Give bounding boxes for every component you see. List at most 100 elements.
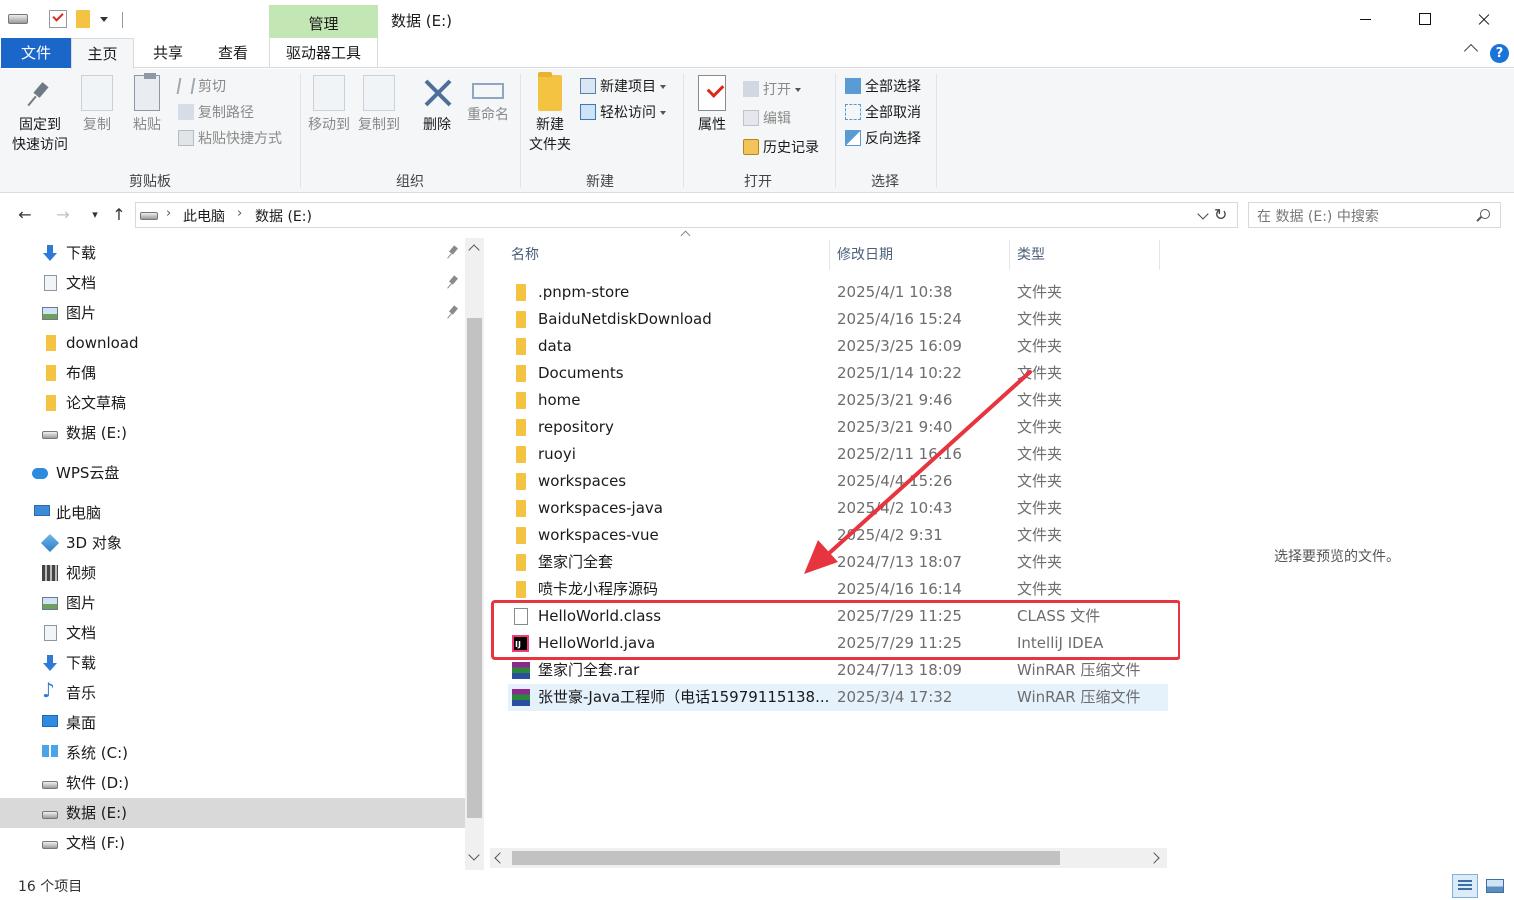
file-row-data[interactable]: data 2025/3/25 16:09 文件夹 (508, 333, 1168, 360)
nav-item-drive-f[interactable]: 文档 (F:) (0, 828, 465, 858)
file-row-baidunetdiskdownload[interactable]: BaiduNetdiskDownload 2025/4/16 15:24 文件夹 (508, 306, 1168, 333)
tab-file[interactable]: 文件 (1, 38, 71, 68)
properties-quick-access-icon[interactable] (49, 10, 67, 28)
rename-button[interactable]: 重命名 (464, 75, 512, 125)
details-view-icon[interactable] (1452, 874, 1478, 898)
file-row-repository[interactable]: repository 2025/3/21 9:40 文件夹 (508, 414, 1168, 441)
refresh-icon[interactable]: ↻ (1214, 205, 1227, 224)
close-button[interactable] (1454, 2, 1514, 36)
file-row-ruoyi[interactable]: ruoyi 2025/2/11 16:16 文件夹 (508, 441, 1168, 468)
file-type: WinRAR 压缩文件 (1017, 688, 1141, 706)
new-folder-button[interactable]: 新建 文件夹 (526, 72, 574, 155)
address-bar[interactable]: › 此电脑 › 数据 (E:) ↻ (135, 202, 1238, 228)
scrollbar-thumb[interactable] (467, 318, 482, 818)
delete-button[interactable]: 删除 (420, 75, 454, 135)
nav-item-buou-folder[interactable]: 布偶 (0, 358, 465, 388)
nav-item-documents-pinned[interactable]: 文档 (0, 268, 465, 298)
history-button[interactable]: 历史记录 (743, 136, 819, 160)
breadcrumb-separator[interactable]: › (166, 206, 171, 221)
column-divider[interactable] (1159, 240, 1160, 270)
column-header-type[interactable]: 类型 (1017, 238, 1157, 272)
nav-item-documents[interactable]: 文档 (0, 618, 465, 648)
nav-item-wps-cloud[interactable]: WPS云盘 (0, 458, 465, 488)
maximize-button[interactable] (1396, 2, 1456, 36)
file-row-workspaces-java[interactable]: workspaces-java 2025/4/2 10:43 文件夹 (508, 495, 1168, 522)
search-icon[interactable] (1480, 209, 1490, 219)
nav-item-drive-c[interactable]: 系统 (C:) (0, 738, 465, 768)
large-icons-view-icon[interactable] (1482, 874, 1508, 898)
forward-arrow-icon[interactable]: → (54, 206, 72, 224)
nav-item-drive-d[interactable]: 软件 (D:) (0, 768, 465, 798)
address-history-chevron-down-icon[interactable] (1197, 208, 1209, 220)
nav-item-3d-objects[interactable]: 3D 对象 (0, 528, 465, 558)
tab-drive-tools[interactable]: 驱动器工具 (269, 38, 378, 68)
new-item-button[interactable]: 新建项目 (580, 75, 666, 99)
up-arrow-icon[interactable]: ↑ (110, 206, 128, 224)
copy-to-button[interactable]: 复制到 (356, 75, 402, 135)
nav-item-this-pc[interactable]: 此电脑 (0, 498, 465, 528)
new-folder-quick-access-icon[interactable] (76, 10, 90, 28)
file-row-pnpm-store[interactable]: .pnpm-store 2025/4/1 10:38 文件夹 (508, 279, 1168, 306)
nav-item-drive-e-quick[interactable]: 数据 (E:) (0, 418, 465, 448)
file-row-home[interactable]: home 2025/3/21 9:46 文件夹 (508, 387, 1168, 414)
select-all-button[interactable]: 全部选择 (845, 75, 921, 99)
edit-button[interactable]: 编辑 (743, 107, 791, 131)
scroll-down-chevron-icon[interactable] (468, 849, 480, 861)
move-to-button[interactable]: 移动到 (306, 75, 352, 135)
tab-share[interactable]: 共享 (140, 38, 196, 68)
scrollbar-thumb[interactable] (512, 851, 1060, 865)
column-divider[interactable] (1009, 240, 1010, 270)
file-row-resume-rar[interactable]: 张世豪-Java工程师（电话15979115138... 2025/3/4 17:… (508, 684, 1168, 711)
nav-item-download-folder[interactable]: download (0, 328, 465, 358)
nav-item-drive-e[interactable]: 数据 (E:) (0, 798, 465, 828)
cut-button[interactable]: 剪切 (176, 75, 226, 99)
tab-view[interactable]: 查看 (204, 38, 262, 68)
nav-item-videos[interactable]: 视频 (0, 558, 465, 588)
easy-access-button[interactable]: 轻松访问 (580, 101, 666, 125)
open-button[interactable]: 打开 (743, 78, 801, 102)
properties-check-icon (698, 75, 726, 111)
nav-item-pictures[interactable]: 图片 (0, 588, 465, 618)
nav-item-thesis-folder[interactable]: 论文草稿 (0, 388, 465, 418)
select-none-button[interactable]: 全部取消 (845, 101, 921, 125)
breadcrumb-this-pc[interactable]: 此电脑 (183, 206, 225, 226)
column-header-date[interactable]: 修改日期 (837, 238, 1007, 272)
manage-contextual-group: 管理 (269, 5, 378, 38)
customize-quick-access-chevron-down-icon[interactable] (100, 17, 108, 22)
nav-item-desktop[interactable]: 桌面 (0, 708, 465, 738)
paste-shortcut-button[interactable]: 粘贴快捷方式 (178, 127, 282, 151)
pin-to-quick-access-button[interactable]: 固定到 快速访问 (8, 75, 72, 155)
breadcrumb-separator[interactable]: › (237, 206, 242, 221)
file-row-baojiamen-rar[interactable]: 堡家门全套.rar 2024/7/13 18:09 WinRAR 压缩文件 (508, 657, 1168, 684)
organize-group-label: 组织 (396, 174, 424, 190)
breadcrumb-drive-e[interactable]: 数据 (E:) (255, 206, 312, 226)
scroll-left-chevron-icon[interactable] (494, 852, 506, 864)
file-row-miniprogram-source[interactable]: 喷卡龙小程序源码 2025/4/16 16:14 文件夹 (508, 576, 1168, 603)
file-row-workspaces-vue[interactable]: workspaces-vue 2025/4/2 9:31 文件夹 (508, 522, 1168, 549)
copy-label: 复制 (83, 117, 111, 133)
properties-button[interactable]: 属性 (694, 75, 730, 135)
nav-item-downloads[interactable]: 下载 (0, 648, 465, 678)
search-input[interactable]: 在 数据 (E:) 中搜索 (1248, 202, 1501, 228)
file-list-horizontal-scrollbar[interactable] (490, 848, 1167, 868)
nav-item-downloads-pinned[interactable]: 下载 (0, 238, 465, 268)
help-icon[interactable]: ? (1490, 44, 1509, 63)
invert-selection-button[interactable]: 反向选择 (845, 127, 921, 151)
scroll-right-chevron-icon[interactable] (1148, 852, 1160, 864)
minimize-button[interactable] (1336, 2, 1396, 36)
tab-home[interactable]: 主页 (71, 38, 134, 69)
column-divider[interactable] (829, 240, 830, 270)
nav-item-pictures-pinned[interactable]: 图片 (0, 298, 465, 328)
copy-button[interactable]: 复制 (79, 75, 115, 135)
paste-button[interactable]: 粘贴 (129, 73, 165, 135)
recent-locations-chevron-icon[interactable]: ▾ (86, 206, 104, 224)
nav-item-music[interactable]: 音乐 (0, 678, 465, 708)
file-row-workspaces[interactable]: workspaces 2025/4/4 15:26 文件夹 (508, 468, 1168, 495)
file-row-baojiamen-folder[interactable]: 堡家门全套 2024/7/13 18:07 文件夹 (508, 549, 1168, 576)
scroll-up-chevron-icon[interactable] (468, 244, 480, 256)
copy-path-button[interactable]: 复制路径 (178, 101, 254, 125)
column-header-name[interactable]: 名称 (511, 230, 829, 272)
back-arrow-icon[interactable]: ← (16, 206, 34, 224)
nav-pane-scrollbar[interactable] (465, 238, 484, 870)
file-row-documents[interactable]: Documents 2025/1/14 10:22 文件夹 (508, 360, 1168, 387)
